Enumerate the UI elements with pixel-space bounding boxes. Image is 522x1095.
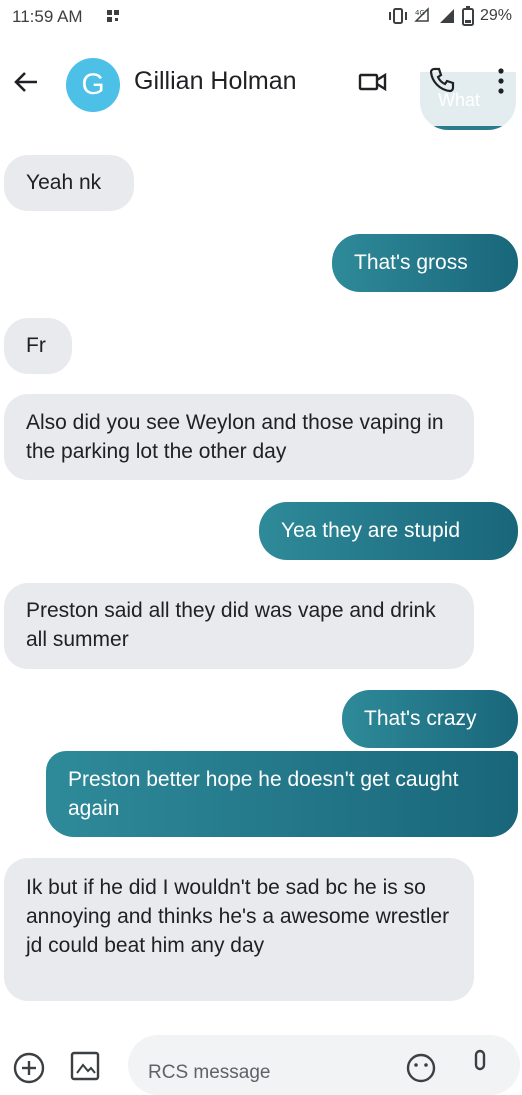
message-list: Yeah nk That's gross Fr Also did you see… (0, 0, 522, 1065)
message-outgoing[interactable]: That's crazy (342, 690, 518, 748)
message-outgoing[interactable]: Yea they are stupid (259, 502, 518, 560)
message-outgoing[interactable]: Preston better hope he doesn't get caugh… (46, 751, 518, 837)
message-incoming[interactable]: Also did you see Weylon and those vaping… (4, 394, 474, 480)
compose-bar (0, 1025, 522, 1095)
gallery-icon[interactable] (68, 1049, 102, 1083)
message-outgoing[interactable]: That's gross (332, 234, 518, 292)
message-incoming[interactable]: Yeah nk (4, 155, 134, 211)
voice-input-icon[interactable] (470, 1049, 490, 1083)
message-incoming[interactable]: Ik but if he did I wouldn't be sad bc he… (4, 858, 474, 1001)
message-incoming[interactable]: Fr (4, 318, 72, 374)
add-attachment-icon[interactable] (12, 1051, 46, 1085)
emoji-icon[interactable] (404, 1051, 438, 1085)
message-incoming[interactable]: Preston said all they did was vape and d… (4, 583, 474, 669)
message-input[interactable] (128, 1035, 520, 1095)
